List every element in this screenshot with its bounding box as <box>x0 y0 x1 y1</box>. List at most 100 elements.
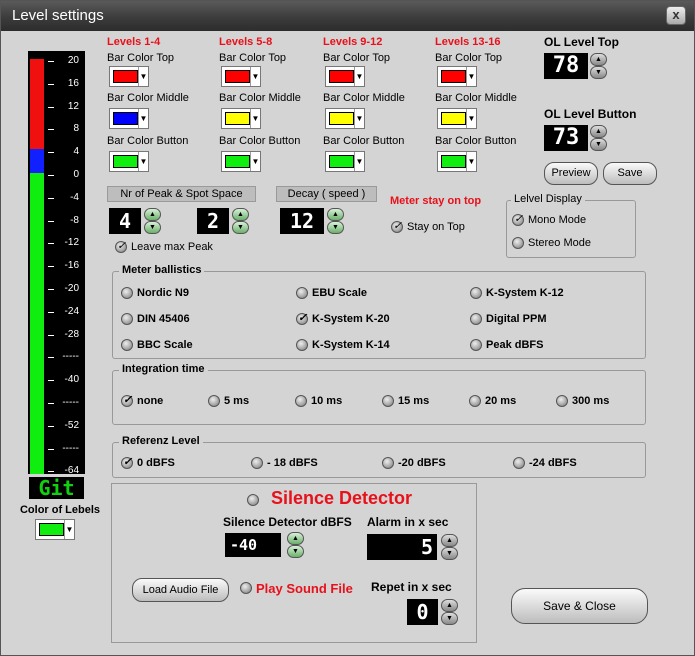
radio-icon <box>469 395 481 407</box>
meter-green-segment <box>30 173 44 474</box>
bar-color-picker[interactable]: ▼ <box>109 108 149 129</box>
spot-space-spinner[interactable]: ▲ ▼ <box>232 208 249 234</box>
spin-up-icon[interactable]: ▲ <box>590 125 607 138</box>
ballistics-option[interactable]: Peak dBFS <box>470 338 543 352</box>
ballistics-option[interactable]: DIN 45406 <box>121 312 190 326</box>
color-swatch <box>225 112 250 125</box>
referenz-option[interactable]: 0 dBFS <box>121 455 175 470</box>
radio-icon <box>470 339 482 351</box>
save-and-close-button[interactable]: Save & Close <box>511 588 648 624</box>
silence-dbfs-input[interactable]: -40 <box>225 533 281 557</box>
integration-option[interactable]: 300 ms <box>556 394 609 408</box>
spin-up-icon[interactable]: ▲ <box>287 532 304 545</box>
bar-color-picker[interactable]: ▼ <box>221 151 261 172</box>
integration-option[interactable]: 15 ms <box>382 394 429 408</box>
ballistics-option[interactable]: K-System K-20 <box>296 311 390 326</box>
spin-down-icon[interactable]: ▼ <box>441 547 458 560</box>
bar-color-picker[interactable]: ▼ <box>109 151 149 172</box>
ballistics-option-label: Digital PPM <box>486 313 547 325</box>
bar-color-picker[interactable]: ▼ <box>325 66 365 87</box>
ballistics-option[interactable]: K-System K-14 <box>296 338 390 352</box>
referenz-option[interactable]: -24 dBFS <box>513 456 577 470</box>
scale-tick: ----- <box>46 397 85 409</box>
level-meter-bar <box>28 51 46 474</box>
leave-max-peak-checkbox[interactable]: Leave max Peak <box>115 239 213 254</box>
repeat-spinner[interactable]: ▲ ▼ <box>441 599 458 625</box>
bar-color-picker[interactable]: ▼ <box>325 108 365 129</box>
spin-up-icon[interactable]: ▲ <box>441 534 458 547</box>
tick-mark <box>48 357 54 359</box>
decay-spinner[interactable]: ▲ ▼ <box>327 208 344 234</box>
spin-up-icon[interactable]: ▲ <box>327 208 344 221</box>
stay-on-top-checkbox[interactable]: Stay on Top <box>391 219 465 234</box>
labels-color-picker[interactable]: ▼ <box>35 519 75 540</box>
ballistics-option[interactable]: BBC Scale <box>121 338 193 352</box>
spin-up-icon[interactable]: ▲ <box>441 599 458 612</box>
chevron-down-icon: ▼ <box>354 152 364 171</box>
spin-down-icon[interactable]: ▼ <box>287 545 304 558</box>
bar-color-label: Bar Color Middle <box>107 92 189 104</box>
stay-on-top-title: Meter stay on top <box>390 195 482 207</box>
bar-color-picker[interactable]: ▼ <box>221 108 261 129</box>
nr-of-peak-display: 4 <box>109 208 141 234</box>
integration-option[interactable]: 20 ms <box>469 394 516 408</box>
bar-color-picker[interactable]: ▼ <box>437 66 477 87</box>
ol-level-button-spinner[interactable]: ▲ ▼ <box>590 125 607 151</box>
integration-option[interactable]: none <box>121 393 163 408</box>
spin-down-icon[interactable]: ▼ <box>441 612 458 625</box>
spin-down-icon[interactable]: ▼ <box>327 221 344 234</box>
chevron-down-icon: ▼ <box>250 67 260 86</box>
save-button[interactable]: Save <box>603 162 657 185</box>
referenz-option[interactable]: - 18 dBFS <box>251 456 318 470</box>
alarm-spinner[interactable]: ▲ ▼ <box>441 534 458 560</box>
referenz-option-label: -24 dBFS <box>529 457 577 469</box>
preview-button[interactable]: Preview <box>544 162 598 185</box>
chevron-down-icon: ▼ <box>466 152 476 171</box>
bar-color-picker[interactable]: ▼ <box>437 151 477 172</box>
ballistics-option[interactable]: Digital PPM <box>470 312 547 326</box>
silence-dbfs-spinner[interactable]: ▲ ▼ <box>287 532 304 558</box>
radio-icon <box>121 313 133 325</box>
bar-color-label: Bar Color Middle <box>435 92 517 104</box>
scale-tick: -8 <box>46 215 85 227</box>
color-swatch <box>329 70 354 83</box>
color-swatch <box>225 155 250 168</box>
stereo-mode-radio[interactable]: Stereo Mode <box>512 236 591 250</box>
tick-mark <box>48 425 54 427</box>
tick-mark <box>48 243 54 245</box>
play-sound-file-toggle[interactable]: Play Sound File <box>240 581 353 597</box>
radio-icon <box>556 395 568 407</box>
integration-option-label: 20 ms <box>485 395 517 407</box>
alarm-label: Alarm in x sec <box>367 515 449 529</box>
radio-icon <box>382 395 394 407</box>
chevron-down-icon: ▼ <box>466 109 476 128</box>
ballistics-option[interactable]: K-System K-12 <box>470 286 564 300</box>
ol-level-button-display: 73 <box>544 125 588 151</box>
integration-option[interactable]: 5 ms <box>208 394 249 408</box>
ol-level-top-spinner[interactable]: ▲ ▼ <box>590 53 607 79</box>
mono-mode-radio[interactable]: Mono Mode <box>512 212 586 227</box>
spin-up-icon[interactable]: ▲ <box>144 208 161 221</box>
spin-up-icon[interactable]: ▲ <box>232 208 249 221</box>
stereo-mode-label: Stereo Mode <box>528 237 591 249</box>
ballistics-option[interactable]: Nordic N9 <box>121 286 189 300</box>
radio-icon <box>208 395 220 407</box>
bar-color-picker[interactable]: ▼ <box>437 108 477 129</box>
spin-down-icon[interactable]: ▼ <box>144 221 161 234</box>
spin-down-icon[interactable]: ▼ <box>590 138 607 151</box>
referenz-option[interactable]: -20 dBFS <box>382 456 446 470</box>
silence-detector-toggle[interactable] <box>247 493 263 511</box>
nr-of-peak-spinner[interactable]: ▲ ▼ <box>144 208 161 234</box>
bar-color-picker[interactable]: ▼ <box>325 151 365 172</box>
integration-option[interactable]: 10 ms <box>295 394 342 408</box>
referenz-level-title: Referenz Level <box>119 435 203 447</box>
spin-up-icon[interactable]: ▲ <box>590 53 607 66</box>
load-audio-file-button[interactable]: Load Audio File <box>132 578 229 602</box>
bar-color-picker[interactable]: ▼ <box>221 66 261 87</box>
scale-tick: 20 <box>46 55 85 67</box>
spin-down-icon[interactable]: ▼ <box>590 66 607 79</box>
close-button[interactable]: x <box>666 6 686 25</box>
bar-color-picker[interactable]: ▼ <box>109 66 149 87</box>
spin-down-icon[interactable]: ▼ <box>232 221 249 234</box>
ballistics-option[interactable]: EBU Scale <box>296 286 367 300</box>
